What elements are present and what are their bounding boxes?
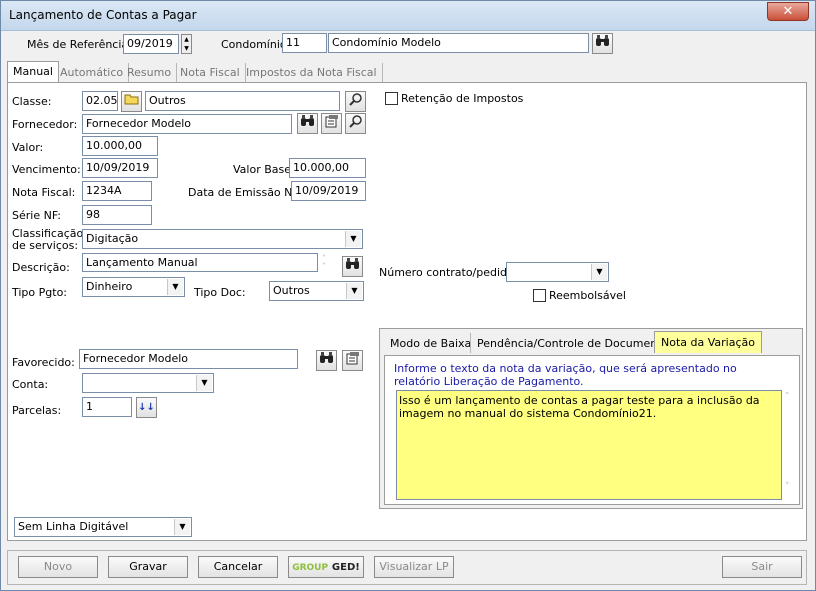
valor-input[interactable]: 10.000,00 bbox=[82, 136, 158, 156]
tipo-pgto-label: Tipo Pgto: bbox=[12, 286, 68, 299]
title-bar: Lançamento de Contas a Pagar ✕ bbox=[1, 1, 815, 31]
mes-spinner[interactable]: ▲ ▼ bbox=[181, 34, 192, 54]
subtab-nota-variacao[interactable]: Nota da Variação bbox=[654, 331, 762, 353]
subtab-modo-baixa[interactable]: Modo de Baixa bbox=[384, 333, 477, 353]
tipo-doc-label: Tipo Doc: bbox=[194, 286, 246, 299]
tab-impostos-nota-fiscal[interactable]: Impostos da Nota Fiscal bbox=[241, 63, 383, 82]
nota-fiscal-label: Nota Fiscal: bbox=[12, 186, 76, 199]
mes-referencia-label: Mês de Referência: bbox=[27, 38, 132, 51]
subtab-container: Modo de Baixa Pendência/Controle de Docu… bbox=[379, 328, 803, 509]
chevron-down-icon[interactable]: ▼ bbox=[345, 231, 361, 247]
vencimento-label: Vencimento: bbox=[12, 163, 81, 176]
retencao-impostos-label: Retenção de Impostos bbox=[401, 92, 524, 105]
novo-button[interactable]: Novo bbox=[18, 556, 98, 578]
reembolsavel-checkbox[interactable] bbox=[533, 289, 546, 302]
window: Lançamento de Contas a Pagar ✕ Mês de Re… bbox=[0, 0, 816, 591]
classe-code-input[interactable]: 02.05 bbox=[82, 91, 118, 111]
fornecedor-input[interactable]: Fornecedor Modelo bbox=[82, 114, 292, 134]
tipo-pgto-select[interactable]: Dinheiro ▼ bbox=[82, 277, 185, 297]
linha-digitavel-value: Sem Linha Digitável bbox=[18, 520, 129, 533]
contrato-label: Número contrato/pedido: bbox=[379, 266, 518, 279]
chevron-down-icon[interactable]: ▼ bbox=[346, 283, 362, 299]
vencimento-input[interactable]: 10/09/2019 bbox=[82, 158, 158, 178]
scroll-up-icon[interactable]: ˄ bbox=[785, 392, 790, 402]
binoculars-icon[interactable] bbox=[592, 33, 613, 54]
tipo-doc-select[interactable]: Outros ▼ bbox=[269, 281, 364, 301]
serie-nf-input[interactable]: 98 bbox=[82, 205, 152, 225]
conta-select[interactable]: ▼ bbox=[82, 373, 214, 393]
tipo-pgto-value: Dinheiro bbox=[86, 280, 133, 293]
tab-manual[interactable]: Manual bbox=[7, 61, 59, 83]
descricao-input[interactable]: Lançamento Manual bbox=[82, 253, 318, 272]
nota-variacao-panel: Informe o texto da nota da variação, que… bbox=[384, 355, 800, 505]
reembolsavel-label: Reembolsável bbox=[549, 289, 626, 302]
classe-name-input[interactable]: Outros bbox=[145, 91, 340, 111]
classificacao-select[interactable]: Digitação ▼ bbox=[82, 229, 363, 249]
fornecedor-label: Fornecedor: bbox=[12, 118, 78, 131]
tipo-doc-value: Outros bbox=[273, 284, 310, 297]
descricao-scroll-icon[interactable]: ˄ ˅ bbox=[322, 255, 326, 271]
descricao-label: Descrição: bbox=[12, 261, 70, 274]
tab-nota-fiscal[interactable]: Nota Fiscal bbox=[175, 63, 246, 82]
chevron-down-icon[interactable]: ▼ bbox=[167, 279, 183, 295]
folder-icon[interactable] bbox=[121, 91, 142, 112]
chevron-down-icon[interactable]: ▼ bbox=[196, 375, 212, 391]
classificacao-value: Digitação bbox=[86, 232, 139, 245]
group-ged-logo-part1: GROUP bbox=[292, 563, 329, 573]
visualizar-lp-button[interactable]: Visualizar LP bbox=[374, 556, 454, 578]
condominio-name-input[interactable]: Condomínio Modelo bbox=[328, 33, 589, 53]
favorecido-binoculars-icon[interactable] bbox=[316, 350, 337, 371]
valor-base-input[interactable]: 10.000,00 bbox=[289, 158, 366, 178]
retencao-impostos-checkbox[interactable] bbox=[385, 92, 398, 105]
parcelas-input[interactable]: 1 bbox=[82, 397, 132, 417]
valor-label: Valor: bbox=[12, 141, 44, 154]
double-arrow-down-icon[interactable]: ↓↓ bbox=[136, 397, 157, 418]
chevron-down-icon[interactable]: ▼ bbox=[174, 519, 190, 535]
valor-base-label: Valor Base: bbox=[233, 163, 295, 176]
conta-label: Conta: bbox=[12, 378, 49, 391]
cancelar-button[interactable]: Cancelar bbox=[198, 556, 278, 578]
serie-nf-label: Série NF: bbox=[12, 209, 62, 222]
close-button[interactable]: ✕ bbox=[767, 2, 809, 21]
fornecedor-register-icon[interactable] bbox=[321, 113, 342, 134]
favorecido-label: Favorecido: bbox=[12, 356, 75, 369]
favorecido-input[interactable]: Fornecedor Modelo bbox=[79, 349, 298, 369]
chevron-down-icon[interactable]: ▼ bbox=[591, 264, 607, 280]
parcelas-label: Parcelas: bbox=[12, 404, 62, 417]
contrato-select[interactable]: ▼ bbox=[506, 262, 609, 282]
fornecedor-search-icon[interactable] bbox=[345, 113, 366, 134]
gravar-button[interactable]: Gravar bbox=[108, 556, 188, 578]
condominio-code-input[interactable]: 11 bbox=[282, 33, 327, 53]
group-ged-button[interactable]: GROUP GED! bbox=[288, 556, 364, 578]
condominio-label: Condomínio: bbox=[221, 38, 291, 51]
nota-variacao-textarea[interactable]: Isso é um lançamento de contas a pagar t… bbox=[396, 390, 782, 500]
favorecido-register-icon[interactable] bbox=[342, 350, 363, 371]
descricao-binoculars-icon[interactable] bbox=[342, 256, 363, 277]
search-icon[interactable] bbox=[345, 91, 366, 112]
scroll-down-icon[interactable]: ˅ bbox=[785, 482, 790, 492]
window-title: Lançamento de Contas a Pagar bbox=[9, 8, 197, 22]
mes-referencia-input[interactable]: 09/2019 bbox=[123, 34, 179, 54]
sair-button[interactable]: Sair bbox=[722, 556, 802, 578]
tab-automatico[interactable]: Automático bbox=[55, 63, 130, 82]
linha-digitavel-select[interactable]: Sem Linha Digitável ▼ bbox=[14, 517, 192, 537]
data-emissao-input[interactable]: 10/09/2019 bbox=[291, 181, 366, 201]
tab-resumo[interactable]: Resumo bbox=[122, 63, 178, 82]
nota-fiscal-input[interactable]: 1234A bbox=[82, 181, 152, 201]
fornecedor-binoculars-icon[interactable] bbox=[297, 113, 318, 134]
classificacao-label-line2: de serviços: bbox=[12, 239, 79, 252]
group-ged-logo-part2: GED! bbox=[331, 562, 360, 573]
classe-label: Classe: bbox=[12, 95, 52, 108]
subtab-pendencia[interactable]: Pendência/Controle de Documentos bbox=[470, 333, 680, 353]
nota-variacao-info: Informe o texto da nota da variação, que… bbox=[394, 362, 737, 388]
data-emissao-label: Data de Emissão NF: bbox=[188, 186, 302, 199]
